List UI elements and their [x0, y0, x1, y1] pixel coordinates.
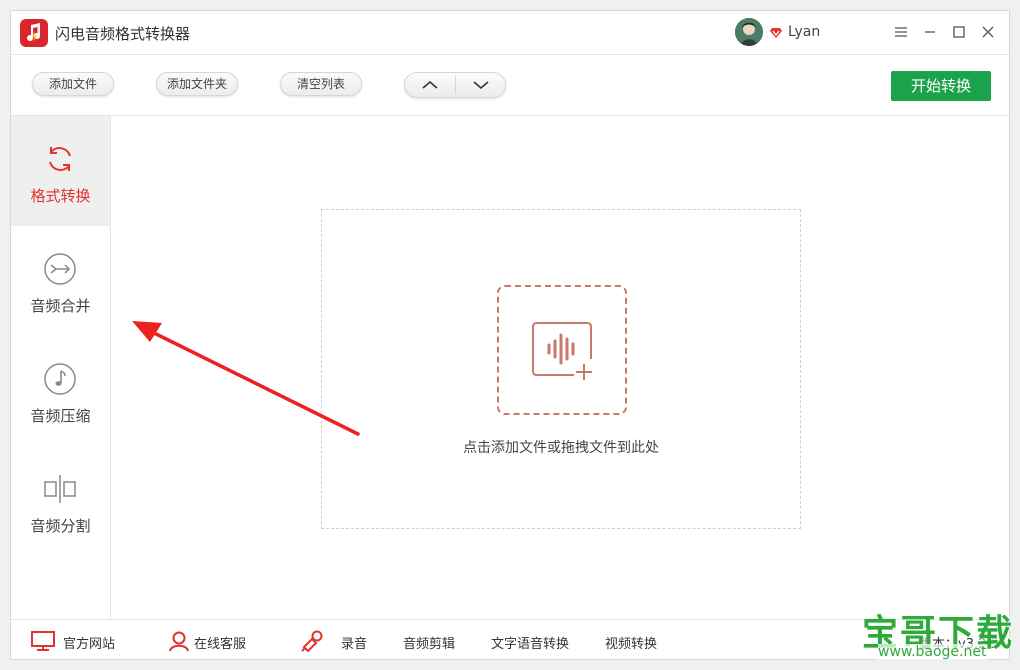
clear-list-button[interactable]: 清空列表: [280, 72, 362, 96]
app-window: 闪电音频格式转换器 Lyan 添加文件 添加文件夹 清空列表 开始转换 格式转换…: [10, 10, 1010, 660]
online-service-link[interactable]: 在线客服: [194, 633, 246, 652]
username[interactable]: Lyan: [788, 24, 820, 40]
refresh-icon: [49, 147, 71, 171]
sidebar-item-audio-split[interactable]: 音频分割: [11, 446, 110, 556]
start-convert-button[interactable]: 开始转换: [891, 71, 991, 101]
sidebar: 格式转换 音频合并 音频压缩 音频分割: [11, 116, 111, 619]
merge-icon: [44, 253, 76, 285]
move-down-button[interactable]: [456, 73, 506, 97]
toolbar: 添加文件 添加文件夹 清空列表 开始转换: [11, 55, 1009, 116]
footer-bar: 官方网站 在线客服 录音 音频剪辑 文字语音转换 视频转换 版本：v3.2.5: [11, 619, 1009, 659]
app-logo-icon: [20, 19, 48, 47]
maximize-icon[interactable]: [948, 21, 970, 43]
monitor-icon: [31, 631, 55, 651]
minimize-icon[interactable]: [919, 21, 941, 43]
sidebar-item-label: 音频分割: [30, 517, 91, 535]
sidebar-item-label: 音频压缩: [30, 407, 91, 425]
watermark-url: www.baoge.net: [878, 644, 987, 660]
move-buttons: [404, 72, 506, 98]
official-site-link[interactable]: 官方网站: [63, 633, 115, 652]
video-convert-link[interactable]: 视频转换: [605, 633, 657, 652]
sidebar-item-label: 格式转换: [30, 187, 91, 205]
user-avatar[interactable]: [735, 18, 763, 46]
audio-add-icon[interactable]: [497, 285, 627, 415]
record-link[interactable]: 录音: [341, 633, 367, 652]
sidebar-item-audio-compress[interactable]: 音频压缩: [11, 336, 110, 446]
music-note-icon: [44, 363, 76, 395]
customer-service-icon: [169, 631, 189, 652]
file-drop-zone[interactable]: 点击添加文件或拖拽文件到此处: [321, 209, 801, 529]
title-bar: 闪电音频格式转换器 Lyan: [11, 11, 1009, 55]
app-title: 闪电音频格式转换器: [55, 25, 191, 43]
audio-edit-link[interactable]: 音频剪辑: [403, 633, 455, 652]
sidebar-item-label: 音频合并: [30, 297, 91, 315]
microphone-icon: [301, 630, 323, 652]
sidebar-item-format-convert[interactable]: 格式转换: [11, 116, 110, 226]
vip-diamond-icon: [769, 25, 783, 39]
menu-icon[interactable]: [890, 21, 912, 43]
close-icon[interactable]: [977, 21, 999, 43]
split-icon: [44, 475, 76, 503]
tts-link[interactable]: 文字语音转换: [491, 633, 569, 652]
sidebar-item-audio-merge[interactable]: 音频合并: [11, 226, 110, 336]
watermark: 宝哥下载 www.baoge.net: [862, 604, 1012, 664]
add-folder-button[interactable]: 添加文件夹: [156, 72, 238, 96]
add-file-button[interactable]: 添加文件: [32, 72, 114, 96]
drop-zone-hint: 点击添加文件或拖拽文件到此处: [463, 440, 659, 456]
chevron-down-icon: [473, 81, 489, 90]
move-up-button[interactable]: [405, 73, 455, 97]
audio-add-glyph: [532, 322, 592, 380]
chevron-up-icon: [422, 80, 438, 89]
